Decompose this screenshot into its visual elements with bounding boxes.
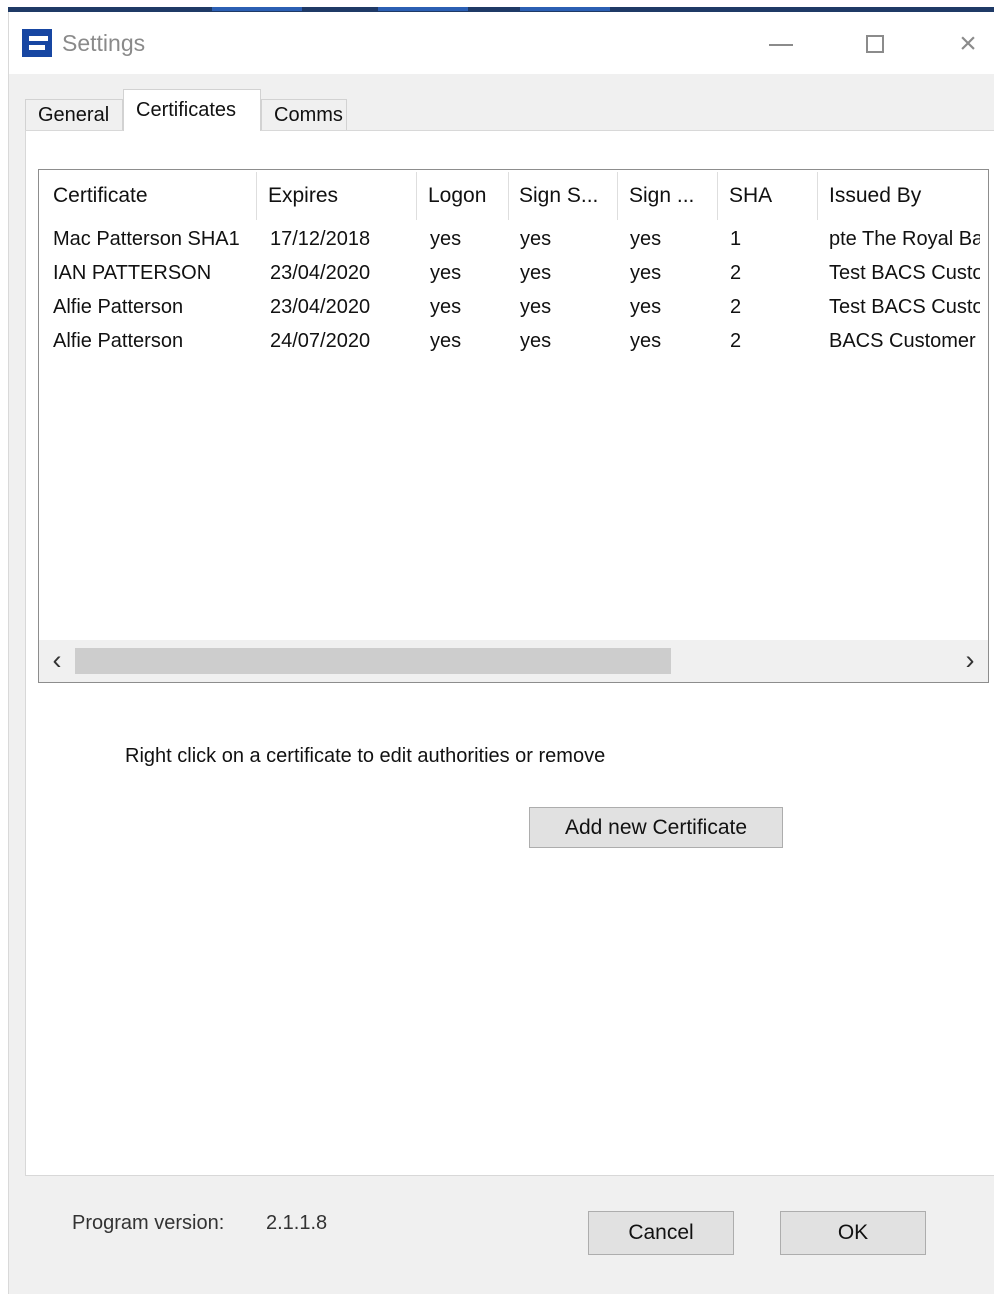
scroll-right-icon[interactable]: › — [952, 640, 988, 682]
column-divider[interactable] — [617, 172, 618, 220]
column-divider[interactable] — [508, 172, 509, 220]
tab-general[interactable]: General — [25, 99, 123, 131]
certificate-instruction-text: Right click on a certificate to edit aut… — [125, 745, 606, 767]
add-new-certificate-button[interactable]: Add new Certificate — [529, 807, 783, 848]
table-cell-sign-submit[interactable]: yes — [520, 256, 616, 290]
window-title: Settings — [62, 30, 146, 56]
column-divider[interactable] — [717, 172, 718, 220]
table-cell-sign[interactable]: yes — [630, 324, 716, 358]
scroll-left-icon[interactable]: ‹ — [39, 640, 75, 682]
certificate-list[interactable]: Certificate Expires Logon Sign S... Sign… — [38, 169, 989, 683]
maximize-button[interactable] — [851, 25, 899, 63]
close-button[interactable]: × — [944, 25, 992, 63]
table-cell-sign-submit[interactable]: yes — [520, 290, 616, 324]
minimize-button[interactable] — [757, 25, 805, 63]
window-close-icon: × — [959, 27, 977, 60]
horizontal-scrollbar[interactable]: ‹ › — [39, 640, 988, 682]
column-header-logon[interactable]: Logon — [428, 172, 508, 220]
column-divider[interactable] — [416, 172, 417, 220]
table-cell-expires[interactable]: 17/12/2018 — [270, 222, 415, 256]
column-header-issued-by[interactable]: Issued By — [829, 172, 979, 220]
screen: Settings × General Certificates Comms Ce… — [0, 0, 994, 1294]
table-cell-issued-by[interactable]: pte The Royal Ba — [829, 222, 980, 256]
table-cell-sha[interactable]: 2 — [730, 290, 816, 324]
table-cell-certificate[interactable]: Alfie Patterson — [53, 324, 255, 358]
scroll-track[interactable] — [75, 648, 952, 674]
table-cell-sign[interactable]: yes — [630, 256, 716, 290]
table-cell-certificate[interactable]: Mac Patterson SHA1 — [53, 222, 255, 256]
column-header-expires[interactable]: Expires — [268, 172, 416, 220]
table-cell-sha[interactable]: 2 — [730, 256, 816, 290]
column-header-sign[interactable]: Sign ... — [629, 172, 717, 220]
table-cell-logon[interactable]: yes — [430, 324, 506, 358]
tab-certificates[interactable]: Certificates — [123, 89, 261, 131]
title-bar[interactable]: Settings × — [9, 12, 994, 74]
table-cell-sha[interactable]: 2 — [730, 324, 816, 358]
settings-tabs: General Certificates Comms — [25, 89, 994, 131]
background-tab-fragment — [212, 7, 302, 11]
settings-window: Settings × General Certificates Comms Ce… — [8, 12, 994, 1294]
table-cell-expires[interactable]: 23/04/2020 — [270, 290, 415, 324]
scroll-thumb[interactable] — [75, 648, 672, 674]
column-divider[interactable] — [256, 172, 257, 220]
table-cell-sign-submit[interactable]: yes — [520, 324, 616, 358]
table-cell-issued-by[interactable]: BACS Customer — [829, 324, 980, 358]
column-divider[interactable] — [817, 172, 818, 220]
table-cell-certificate[interactable]: Alfie Patterson — [53, 290, 255, 324]
certificates-tab-panel: Certificate Expires Logon Sign S... Sign… — [25, 130, 994, 1176]
table-cell-logon[interactable]: yes — [430, 256, 506, 290]
window-maximize-icon — [866, 35, 884, 53]
column-header-certificate[interactable]: Certificate — [53, 172, 255, 220]
column-header-sha[interactable]: SHA — [729, 172, 817, 220]
table-cell-sign-submit[interactable]: yes — [520, 222, 616, 256]
table-cell-sign[interactable]: yes — [630, 290, 716, 324]
tab-comms[interactable]: Comms — [261, 99, 347, 131]
table-cell-issued-by[interactable]: Test BACS Custo — [829, 290, 980, 324]
background-tab-fragment — [520, 7, 610, 11]
program-version-label: Program version: — [72, 1212, 225, 1234]
certificate-table[interactable]: Certificate Expires Logon Sign S... Sign… — [39, 170, 988, 640]
background-tab-fragment — [378, 7, 468, 11]
table-cell-logon[interactable]: yes — [430, 222, 506, 256]
table-cell-expires[interactable]: 24/07/2020 — [270, 324, 415, 358]
table-cell-certificate[interactable]: IAN PATTERSON — [53, 256, 255, 290]
table-cell-sign[interactable]: yes — [630, 222, 716, 256]
app-logo-icon — [22, 29, 52, 57]
table-cell-sha[interactable]: 1 — [730, 222, 816, 256]
cancel-button[interactable]: Cancel — [588, 1211, 734, 1255]
table-cell-logon[interactable]: yes — [430, 290, 506, 324]
program-version-value: 2.1.1.8 — [266, 1212, 328, 1234]
window-minimize-icon — [769, 44, 793, 46]
table-cell-expires[interactable]: 23/04/2020 — [270, 256, 415, 290]
table-cell-issued-by[interactable]: Test BACS Custo — [829, 256, 980, 290]
column-header-sign-submit[interactable]: Sign S... — [519, 172, 617, 220]
ok-button[interactable]: OK — [780, 1211, 926, 1255]
